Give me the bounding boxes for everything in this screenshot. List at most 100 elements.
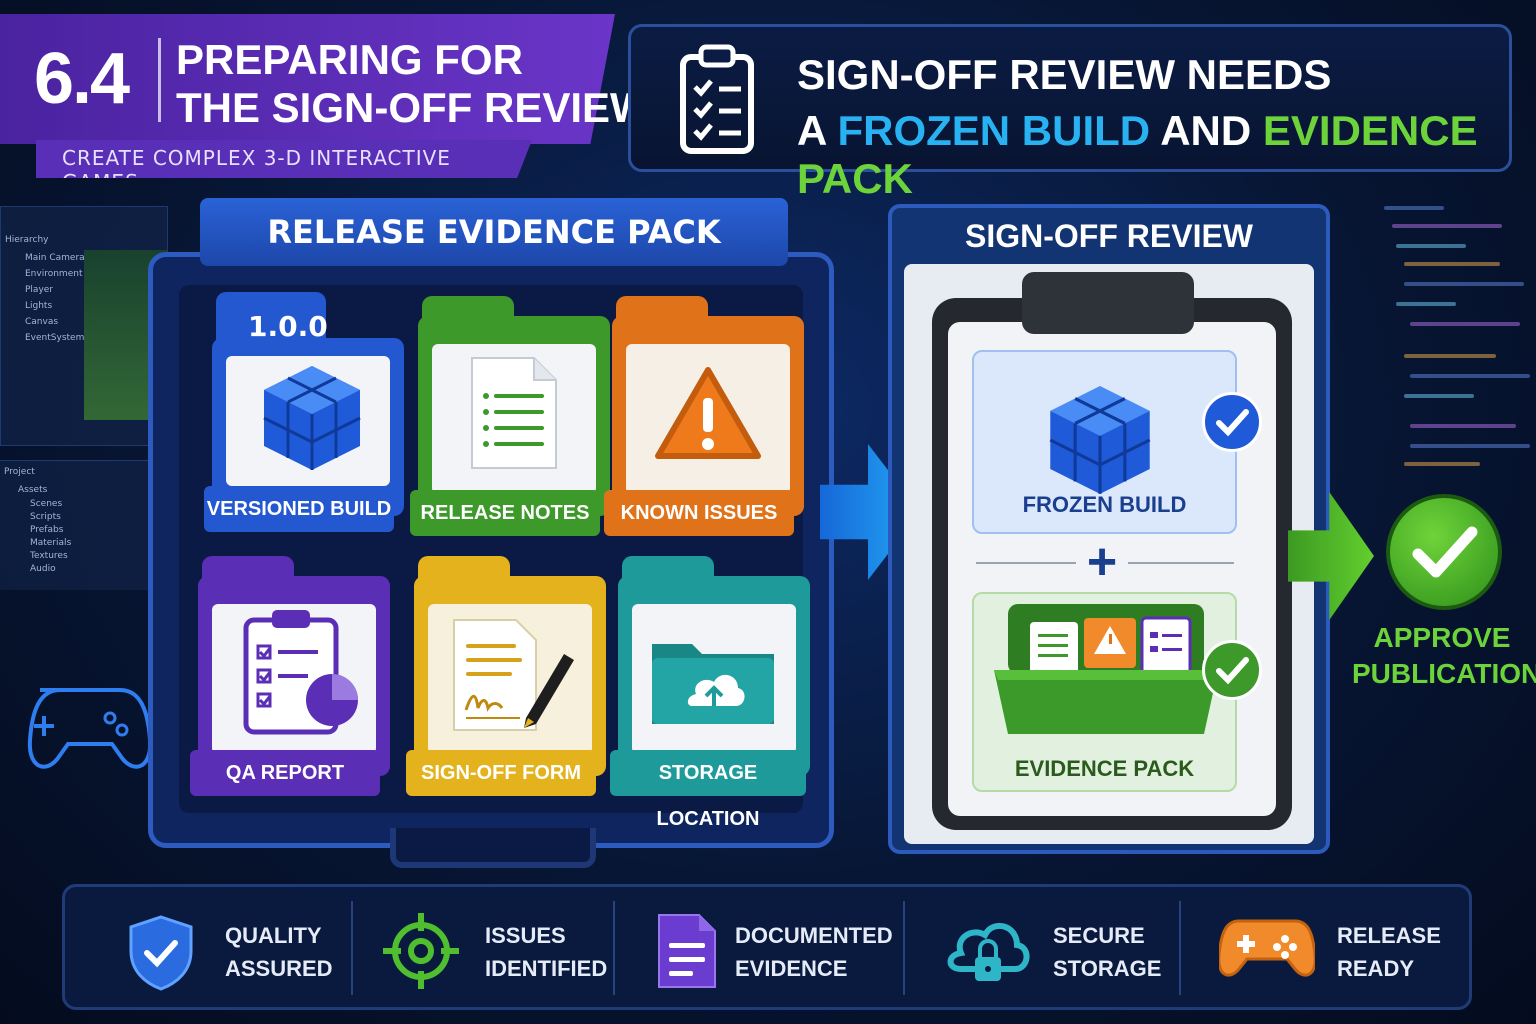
warning-icon [655, 367, 761, 459]
editor-project-panel: Project Assets Scenes Scripts Prefabs Ma… [0, 460, 150, 590]
document-icon [658, 914, 716, 988]
subtitle: CREATE COMPLEX 3-D INTERACTIVE GAMES [62, 146, 451, 194]
document-icon [471, 357, 557, 469]
folder-storage-location[interactable]: STORAGE LOCATION [610, 556, 810, 830]
subtitle-bar: CREATE COMPLEX 3-D INTERACTIVE GAMES [36, 140, 532, 178]
project-item: Scripts [30, 512, 61, 522]
footer-line2: STORAGE [1053, 956, 1162, 981]
footer-item-secure-storage: SECURE STORAGE [941, 887, 1181, 1007]
footer-text: RELEASE READY [1337, 919, 1441, 985]
footer-text: ISSUES IDENTIFIED [485, 919, 607, 985]
hierarchy-item: EventSystem [25, 333, 85, 343]
headline-prefix: A [797, 107, 838, 154]
project-title: Project [4, 467, 35, 477]
folder-versioned-build[interactable]: 1.0.0 VERSIONED BUILD [204, 292, 404, 532]
footer-separator [1179, 901, 1181, 995]
check-icon [1216, 657, 1249, 685]
footer-line2: EVIDENCE [735, 956, 848, 981]
target-icon [383, 913, 459, 989]
cloud-folder-icon [652, 644, 774, 724]
footer-line2: IDENTIFIED [485, 956, 608, 981]
folder-label: QA REPORT [190, 750, 380, 796]
footer-text: QUALITY ASSURED [225, 919, 333, 985]
cube-icon [1049, 386, 1151, 494]
check-icon [1216, 409, 1249, 437]
footer-line2: ASSURED [225, 956, 333, 981]
signature-pen-icon [453, 619, 574, 731]
footer-bar: QUALITY ASSURED ISSUES IDENTIFIED DOCUME… [62, 884, 1472, 1010]
folder-paper [212, 604, 376, 754]
folder-label: KNOWN ISSUES [604, 490, 794, 536]
evidence-pack-box: EVIDENCE PACK [972, 592, 1237, 792]
folder-known-issues[interactable]: KNOWN ISSUES [604, 296, 804, 536]
footer-line2: READY [1337, 956, 1415, 981]
hierarchy-title: Hierarchy [5, 235, 49, 245]
footer-line1: QUALITY [225, 923, 322, 948]
title-line1: PREPARING FOR [176, 36, 523, 83]
cube-icon [263, 366, 361, 470]
clipboard-checklist-icon [680, 44, 754, 154]
cloud-lock-icon [947, 922, 1030, 981]
frozen-build-label: FROZEN BUILD [1022, 492, 1187, 517]
footer-line1: DOCUMENTED [735, 923, 893, 948]
folder-label: VERSIONED BUILD [204, 486, 394, 532]
folder-label: SIGN-OFF FORM [406, 750, 596, 796]
approve-check-circle [1386, 494, 1502, 610]
folder-label: RELEASE NOTES [410, 490, 600, 536]
folder-label: STORAGE LOCATION [610, 750, 806, 830]
project-item: Assets [18, 485, 48, 495]
footer-line1: SECURE [1053, 923, 1145, 948]
footer-separator [903, 901, 905, 995]
gamepad-icon [1219, 919, 1315, 977]
case-handle [390, 828, 596, 868]
frozen-build-box: FROZEN BUILD [972, 350, 1237, 534]
headline-frozen-build: FROZEN BUILD [837, 107, 1151, 154]
footer-separator [613, 901, 615, 995]
check-icon [1412, 526, 1478, 578]
checklist-chart-icon [243, 610, 358, 735]
approve-line2: PUBLICATION [1352, 658, 1536, 689]
footer-line1: RELEASE [1337, 923, 1441, 948]
shield-check-icon [129, 915, 193, 991]
footer-text: SECURE STORAGE [1053, 919, 1161, 985]
evidence-tray-icon [994, 604, 1218, 734]
project-item: Audio [30, 564, 56, 574]
project-item: Materials [30, 538, 72, 548]
footer-text: DOCUMENTED EVIDENCE [735, 919, 893, 985]
footer-item-documented-evidence: DOCUMENTED EVIDENCE [655, 887, 915, 1007]
footer-item-release-ready: RELEASE READY [1219, 887, 1449, 1007]
footer-item-issues-identified: ISSUES IDENTIFIED [381, 887, 611, 1007]
project-item: Scenes [30, 499, 63, 509]
footer-item-quality-assured: QUALITY ASSURED [125, 887, 355, 1007]
folder-paper [632, 604, 796, 754]
folder-paper [432, 344, 596, 494]
evidence-pack-title: RELEASE EVIDENCE PACK [200, 198, 788, 266]
hierarchy-item: Environment [25, 269, 83, 279]
footer-line1: ISSUES [485, 923, 566, 948]
folder-release-notes[interactable]: RELEASE NOTES [410, 296, 610, 536]
headline-line1: SIGN-OFF REVIEW NEEDS [797, 51, 1332, 98]
clipboard-clip [1022, 272, 1194, 334]
title-line2: THE SIGN-OFF REVIEW [176, 84, 650, 131]
folder-paper [428, 604, 592, 754]
gamepad-outline-icon [27, 688, 150, 769]
approve-line1: APPROVE [1373, 622, 1511, 653]
folder-qa-report[interactable]: QA REPORT [190, 556, 390, 796]
plus-sign: + [1086, 533, 1118, 591]
footer-separator [351, 901, 353, 995]
evidence-pack-label: EVIDENCE PACK [1014, 756, 1195, 781]
folder-sign-off-form[interactable]: SIGN-OFF FORM [406, 556, 606, 796]
hierarchy-item: Canvas [25, 317, 59, 327]
hierarchy-item: Player [25, 285, 54, 295]
title-divider [158, 38, 161, 122]
headline-and: AND [1150, 107, 1263, 154]
hierarchy-item: Main Camera [25, 253, 85, 263]
check-badge-green [1202, 640, 1262, 700]
folder-paper [226, 356, 390, 486]
project-item: Prefabs [30, 525, 64, 535]
headline-box: SIGN-OFF REVIEW NEEDS A FROZEN BUILD AND… [628, 24, 1512, 202]
project-item: Textures [30, 551, 68, 561]
headline-line2: A FROZEN BUILD AND EVIDENCE PACK [797, 107, 1509, 203]
folder-paper [626, 344, 790, 494]
section-number: 6.4 [34, 39, 130, 119]
